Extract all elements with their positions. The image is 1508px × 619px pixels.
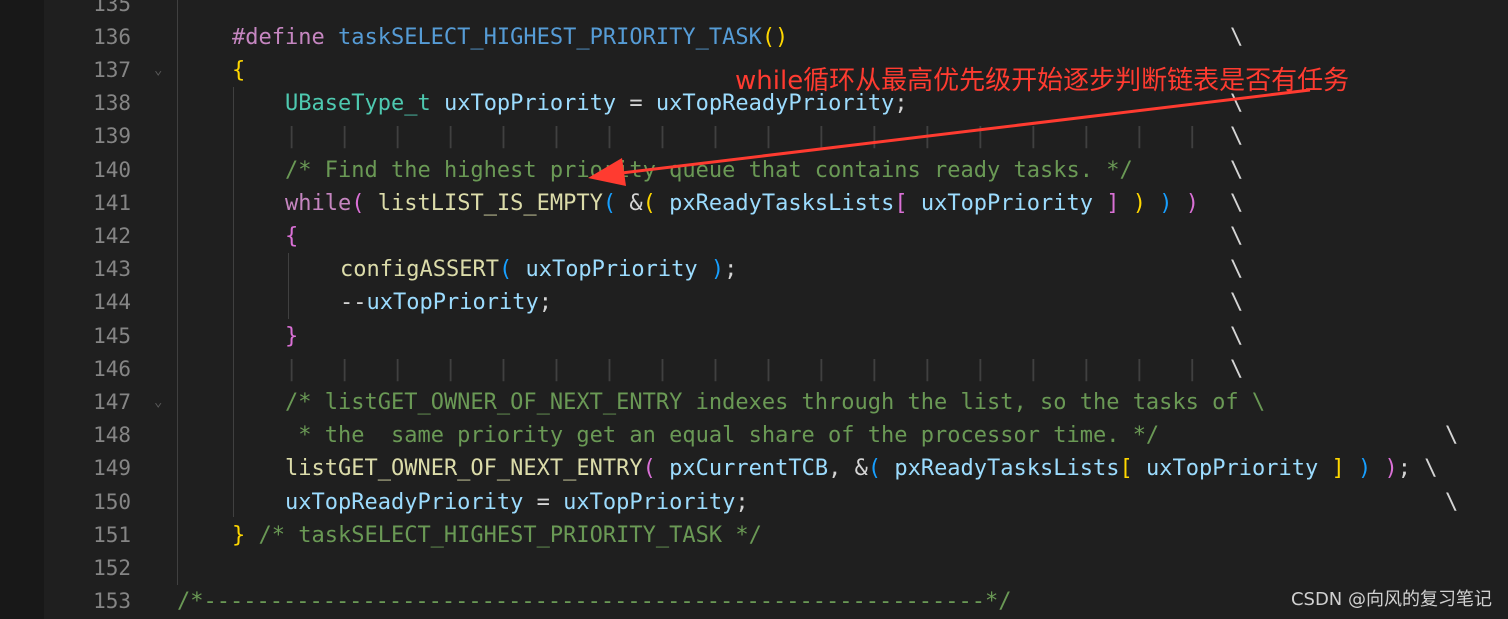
code-editor[interactable]: 135 136 137 138 139 140 141 142 143 144 … [0, 0, 1508, 619]
annotation-text: while循环从最高优先级开始逐步判断链表是否有任务 [735, 66, 1350, 96]
watermark: CSDN @向风的复习笔记 [1290, 589, 1492, 610]
